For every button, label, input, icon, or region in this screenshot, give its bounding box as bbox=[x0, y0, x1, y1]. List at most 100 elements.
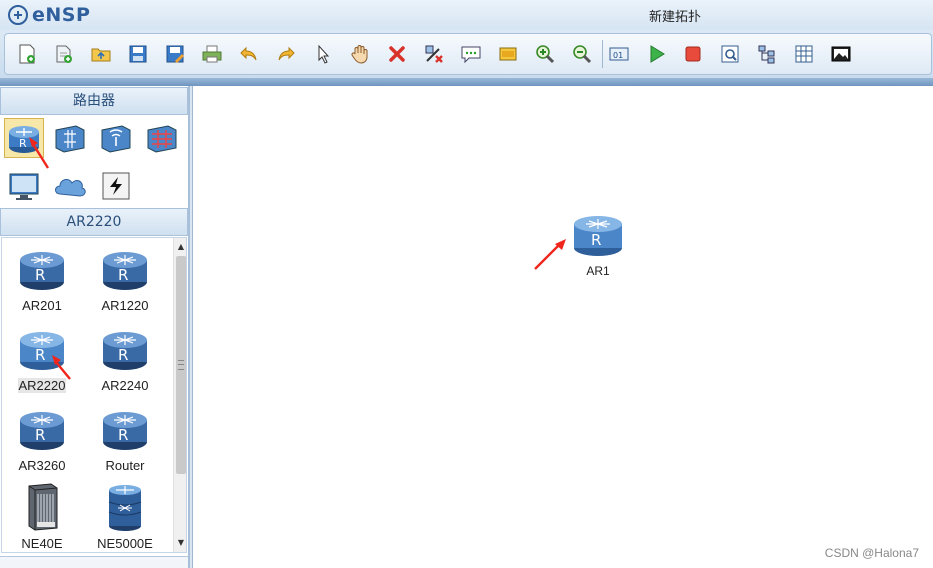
model-label: AR1220 bbox=[101, 298, 149, 313]
model-item[interactable]: R AR201 bbox=[2, 244, 82, 320]
model-item-selected[interactable]: R AR2220 bbox=[2, 324, 82, 400]
model-item[interactable]: R Router bbox=[85, 404, 165, 480]
zoom-in-button[interactable] bbox=[533, 42, 557, 66]
device-ar1[interactable]: R AR1 bbox=[569, 212, 627, 282]
show-interfaces-button[interactable]: 01 bbox=[607, 42, 631, 66]
scroll-down-arrow-icon[interactable]: ▼ bbox=[174, 536, 186, 550]
speech-bubble-icon bbox=[461, 46, 481, 64]
toolbar-separator bbox=[602, 40, 603, 68]
new-file-icon bbox=[19, 44, 35, 64]
stop-device-button[interactable] bbox=[681, 42, 705, 66]
link-cable-icon bbox=[102, 172, 130, 200]
select-button[interactable] bbox=[311, 42, 335, 66]
screenshot-button[interactable] bbox=[829, 42, 853, 66]
category-link[interactable] bbox=[96, 166, 136, 206]
grid-icon bbox=[795, 45, 813, 63]
scroll-grip-icon bbox=[178, 360, 184, 370]
screenshot-icon bbox=[831, 46, 851, 62]
capture-icon bbox=[721, 45, 739, 63]
toolbar-divider bbox=[0, 78, 933, 86]
save-icon bbox=[129, 45, 147, 63]
category-wireless[interactable] bbox=[96, 118, 136, 158]
model-label: AR2220 bbox=[17, 378, 67, 393]
svg-text:R: R bbox=[118, 346, 128, 364]
hand-icon bbox=[351, 45, 368, 64]
topology-view-button[interactable] bbox=[755, 42, 779, 66]
model-list[interactable]: R AR201 R AR1220 R AR2220 R AR2240 R AR3… bbox=[1, 237, 187, 553]
router-icon: R bbox=[103, 252, 147, 290]
model-item[interactable]: NE40E bbox=[2, 482, 82, 552]
save-as-button[interactable] bbox=[163, 42, 187, 66]
toolbar: 01 bbox=[0, 30, 933, 78]
svg-text:R: R bbox=[35, 426, 45, 444]
router-icon: R bbox=[20, 252, 64, 290]
watermark: CSDN @Halona7 bbox=[824, 546, 919, 560]
category-cloud[interactable] bbox=[50, 166, 90, 206]
zoom-out-icon bbox=[573, 45, 592, 64]
device-panel: 路由器 R AR2220 R AR201 R AR1220 R AR2220 R… bbox=[0, 86, 190, 568]
model-item[interactable]: R AR2240 bbox=[85, 324, 165, 400]
redo-icon bbox=[278, 46, 295, 61]
svg-text:R: R bbox=[591, 231, 601, 249]
model-list-scrollbar[interactable]: ▲ ▼ bbox=[173, 238, 186, 552]
model-item[interactable]: R AR3260 bbox=[2, 404, 82, 480]
svg-text:R: R bbox=[118, 426, 128, 444]
svg-text:R: R bbox=[35, 266, 45, 284]
palette-icon bbox=[499, 47, 517, 61]
model-label: AR3260 bbox=[18, 458, 66, 473]
delete-link-button[interactable] bbox=[422, 42, 446, 66]
toolbar-strip: 01 bbox=[4, 33, 932, 75]
save-as-icon bbox=[166, 45, 184, 63]
zoom-in-icon bbox=[536, 45, 555, 64]
model-label: AR201 bbox=[22, 298, 62, 313]
switch-icon bbox=[55, 125, 85, 153]
new-lab-icon bbox=[56, 45, 72, 63]
scroll-up-arrow-icon[interactable]: ▲ bbox=[174, 240, 186, 254]
interface-label-icon: 01 bbox=[609, 47, 629, 61]
model-label: AR2240 bbox=[101, 378, 149, 393]
open-button[interactable] bbox=[89, 42, 113, 66]
palette-button[interactable] bbox=[496, 42, 520, 66]
start-device-button[interactable] bbox=[644, 42, 668, 66]
category-router[interactable]: R bbox=[4, 118, 44, 158]
print-button[interactable] bbox=[200, 42, 224, 66]
router-icon: R bbox=[574, 216, 622, 256]
app-name: eNSP bbox=[32, 4, 91, 26]
category-switch[interactable] bbox=[50, 118, 90, 158]
router-icon: R bbox=[9, 126, 39, 153]
play-icon bbox=[650, 45, 665, 63]
model-header: AR2220 bbox=[0, 208, 188, 236]
svg-text:R: R bbox=[35, 346, 45, 364]
delete-button[interactable] bbox=[385, 42, 409, 66]
app-logo: eNSP bbox=[8, 4, 90, 26]
topology-canvas[interactable]: R AR1 CSDN @Halona7 bbox=[192, 86, 933, 568]
router-icon: R bbox=[103, 332, 147, 370]
grid-button[interactable] bbox=[792, 42, 816, 66]
category-firewall[interactable] bbox=[142, 118, 182, 158]
router-icon: R bbox=[103, 412, 147, 450]
enSP-logo-icon bbox=[8, 5, 28, 25]
model-item[interactable]: NE5000E bbox=[85, 482, 165, 552]
stop-icon bbox=[685, 46, 701, 62]
model-label: NE5000E bbox=[97, 536, 153, 551]
undo-icon bbox=[240, 46, 257, 61]
capture-button[interactable] bbox=[718, 42, 742, 66]
redo-button[interactable] bbox=[274, 42, 298, 66]
new-lab-button[interactable] bbox=[52, 42, 76, 66]
tree-icon bbox=[758, 45, 775, 64]
firewall-icon bbox=[147, 125, 177, 153]
model-item[interactable]: R AR1220 bbox=[85, 244, 165, 320]
save-button[interactable] bbox=[126, 42, 150, 66]
scroll-thumb[interactable] bbox=[176, 256, 186, 474]
category-pc[interactable] bbox=[4, 166, 44, 206]
undo-button[interactable] bbox=[237, 42, 261, 66]
router-icon: R bbox=[20, 332, 64, 370]
panel-bottom-bar bbox=[0, 556, 188, 568]
new-topology-button[interactable] bbox=[15, 42, 39, 66]
text-note-button[interactable] bbox=[459, 42, 483, 66]
window-title: 新建拓扑 bbox=[648, 10, 701, 25]
chassis-router-icon bbox=[28, 483, 58, 531]
zoom-out-button[interactable] bbox=[570, 42, 594, 66]
pan-button[interactable] bbox=[348, 42, 372, 66]
delete-x-icon bbox=[389, 46, 405, 62]
